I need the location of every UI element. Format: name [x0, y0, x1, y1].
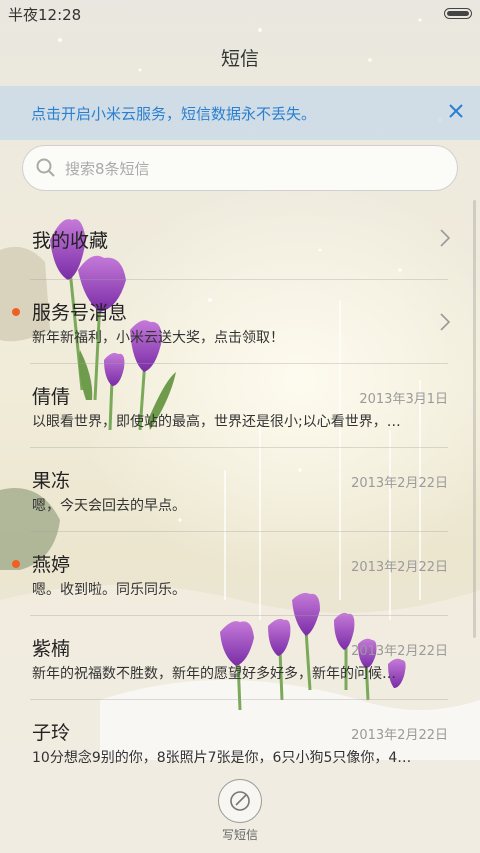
- row-preview: 以眼看世界，即使站的最高，世界还是很小;以心看世界，…: [32, 414, 401, 430]
- row-date: 2013年3月1日: [359, 392, 448, 407]
- close-icon[interactable]: [446, 101, 466, 121]
- chevron-right-icon: [440, 313, 450, 331]
- search-input[interactable]: 搜索8条短信: [22, 145, 458, 191]
- row-title: 倩倩: [32, 386, 71, 408]
- row-preview: 新年新福利，小米云送大奖，点击领取！: [32, 330, 284, 346]
- unread-dot: [12, 560, 20, 568]
- row-date: 2013年2月22日: [351, 476, 448, 491]
- row-preview: 嗯。收到啦。同乐同乐。: [32, 582, 186, 598]
- row-title: 子玲: [32, 722, 71, 744]
- row-title: 燕婷: [32, 554, 71, 576]
- row-preview: 新年的祝福数不胜数，新年的愿望好多好多，新年的问候…: [32, 666, 396, 682]
- row-title: 紫楠: [32, 638, 71, 660]
- search-icon: [36, 158, 55, 177]
- list-item-favorites[interactable]: 我的收藏: [0, 196, 480, 280]
- compose-icon: [230, 791, 250, 811]
- row-title: 服务号消息: [32, 302, 128, 324]
- list-item-conversation[interactable]: 燕婷 2013年2月22日 嗯。收到啦。同乐同乐。: [0, 532, 480, 616]
- row-date: 2013年2月22日: [351, 728, 448, 743]
- battery-icon: [444, 8, 472, 19]
- compose-button[interactable]: [218, 779, 262, 823]
- status-time: 半夜12:28: [8, 6, 82, 24]
- list-item-conversation[interactable]: 倩倩 2013年3月1日 以眼看世界，即使站的最高，世界还是很小;以心看世界，…: [0, 364, 480, 448]
- page-title: 短信: [220, 48, 259, 70]
- status-bar: 半夜12:28: [0, 0, 480, 28]
- list-item-conversation[interactable]: 果冻 2013年2月22日 嗯，今天会回去的早点。: [0, 448, 480, 532]
- list-item-conversation[interactable]: 紫楠 2013年2月22日 新年的祝福数不胜数，新年的愿望好多好多，新年的问候…: [0, 616, 480, 700]
- chevron-right-icon: [440, 229, 450, 247]
- list-item-conversation[interactable]: 子玲 2013年2月22日 10分想念9别的你，8张照片7张是你，6只小狗5只像…: [0, 700, 480, 784]
- row-title: 我的收藏: [32, 230, 109, 252]
- unread-dot: [12, 308, 20, 316]
- row-date: 2013年2月22日: [351, 644, 448, 659]
- row-preview: 嗯，今天会回去的早点。: [32, 498, 186, 514]
- compose-label[interactable]: 写短信: [0, 826, 480, 843]
- list-item-service-messages[interactable]: 服务号消息 新年新福利，小米云送大奖，点击领取！: [0, 280, 480, 364]
- cloud-service-banner[interactable]: 点击开启小米云服务，短信数据永不丢失。: [0, 86, 480, 140]
- scrollbar[interactable]: [473, 200, 476, 638]
- row-preview: 10分想念9别的你，8张照片7张是你，6只小狗5只像你，4…: [32, 750, 412, 766]
- search-placeholder: 搜索8条短信: [65, 160, 150, 178]
- banner-text[interactable]: 点击开启小米云服务，短信数据永不丢失。: [31, 103, 316, 124]
- row-title: 果冻: [32, 470, 71, 492]
- row-date: 2013年2月22日: [351, 560, 448, 575]
